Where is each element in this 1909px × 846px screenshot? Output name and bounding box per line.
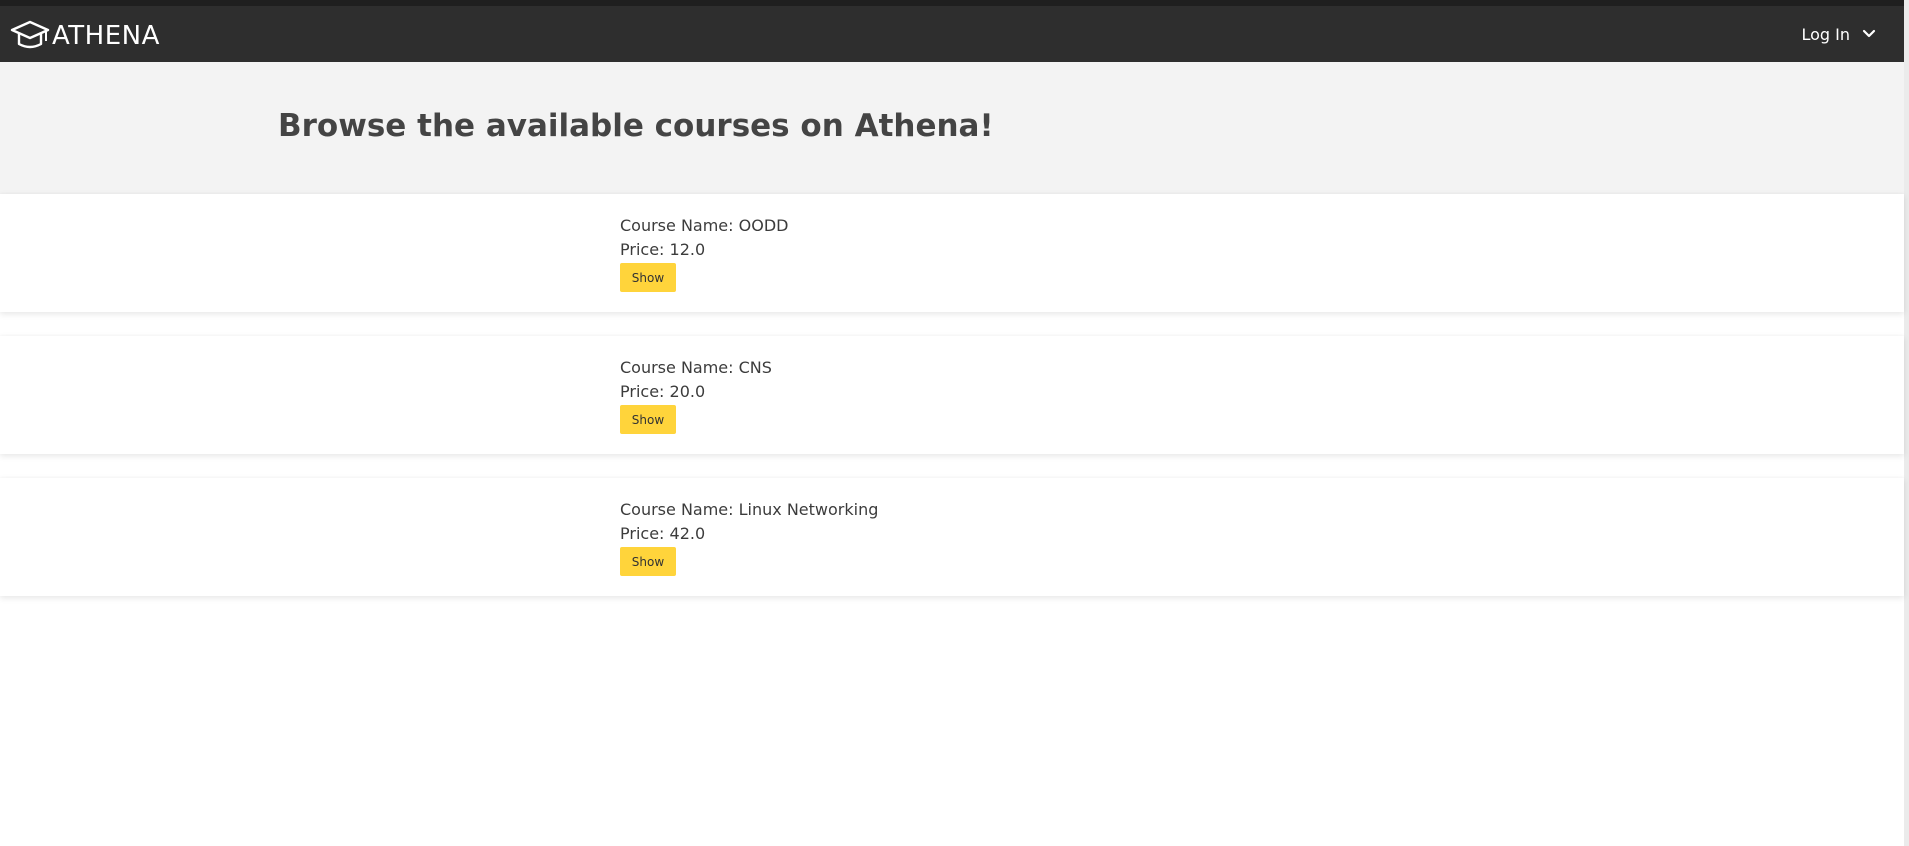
course-price: Price: 42.0 <box>620 524 706 543</box>
brand-name: ATHENA <box>52 21 160 51</box>
login-dropdown[interactable]: Log In <box>1801 18 1876 50</box>
page: ATHENA Log In Browse the available cours… <box>0 0 1909 846</box>
course-price: Price: 12.0 <box>620 240 706 259</box>
page-title: Browse the available courses on Athena! <box>278 108 994 144</box>
top-navbar: ATHENA Log In <box>0 0 1904 62</box>
course-name: Course Name: Linux Networking <box>620 500 879 519</box>
course-info: Course Name: OODD Price: 12.0 Show <box>620 214 788 292</box>
graduation-cap-icon <box>10 19 50 53</box>
course-price: Price: 20.0 <box>620 382 706 401</box>
course-card: Course Name: OODD Price: 12.0 Show <box>0 194 1904 312</box>
course-info: Course Name: Linux Networking Price: 42.… <box>620 498 878 576</box>
hero-banner: Browse the available courses on Athena! <box>0 62 1904 194</box>
chevron-down-icon <box>1850 29 1876 39</box>
show-course-button[interactable]: Show <box>620 263 676 292</box>
course-info: Course Name: CNS Price: 20.0 Show <box>620 356 772 434</box>
login-label: Log In <box>1801 24 1850 44</box>
course-card: Course Name: Linux Networking Price: 42.… <box>0 478 1904 596</box>
course-name: Course Name: CNS <box>620 358 772 377</box>
course-card: Course Name: CNS Price: 20.0 Show <box>0 336 1904 454</box>
scrollbar-track[interactable] <box>1904 0 1909 846</box>
show-course-button[interactable]: Show <box>620 547 676 576</box>
show-course-button[interactable]: Show <box>620 405 676 434</box>
course-name: Course Name: OODD <box>620 216 789 235</box>
brand-logo[interactable]: ATHENA <box>10 18 160 54</box>
